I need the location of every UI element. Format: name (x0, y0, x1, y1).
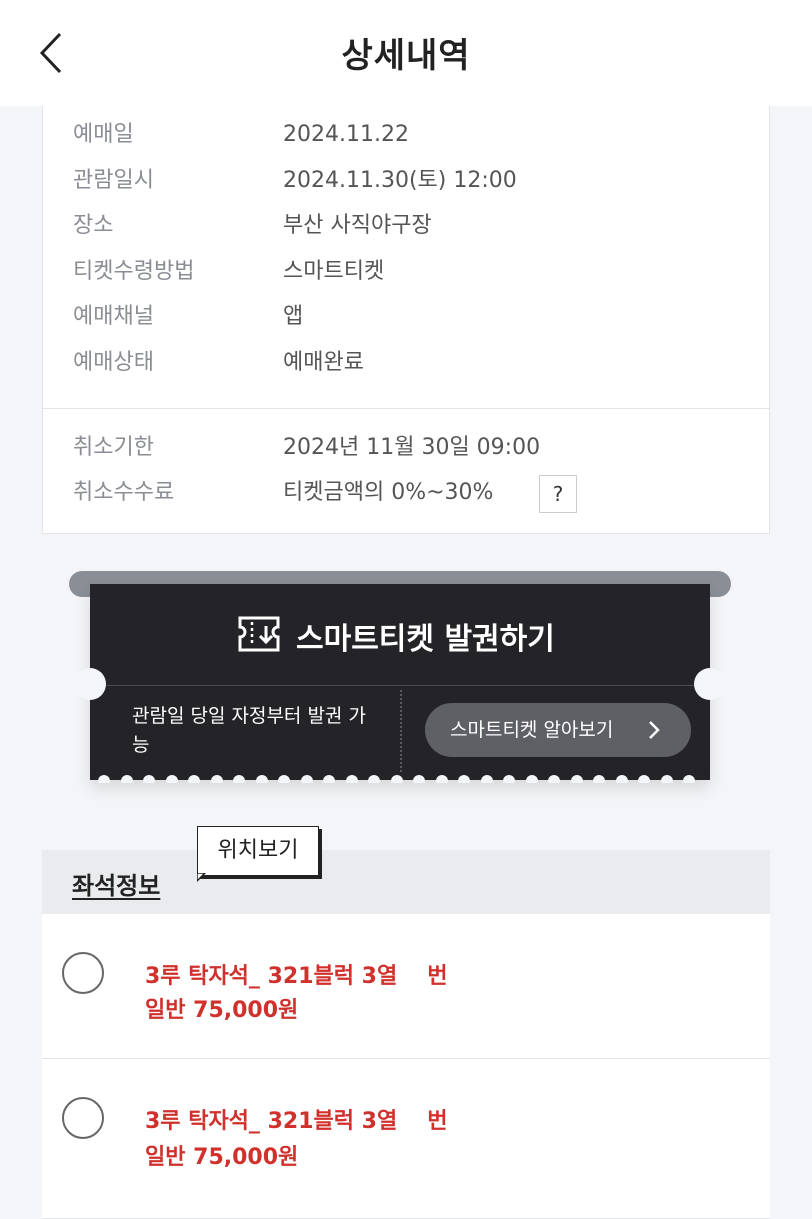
ticket-edge-dot (278, 775, 290, 783)
ticket-notch-left (74, 668, 106, 700)
top-bar: 상세내역 (0, 0, 812, 106)
seat-section-text: 3루 탁자석_ 321블럭 3열 (145, 964, 398, 989)
view-location-tooltip[interactable]: 위치보기 (197, 826, 319, 876)
info-row-cancel-fee: 취소수수료 티켓금액의 0%~30% ? (73, 475, 753, 513)
issue-smart-ticket-button[interactable]: 스마트티켓 발권하기 (90, 584, 710, 684)
info-value: 예매완료 (283, 350, 364, 375)
ticket-edge-dot (458, 775, 470, 783)
info-value: 부산 사직야구장 (283, 213, 432, 238)
info-value: 2024년 11월 30일 09:00 (283, 435, 541, 460)
ticket-edge-dot (345, 775, 358, 783)
ticket-edge-dot (255, 775, 268, 783)
info-label: 예매일 (73, 122, 134, 147)
seat-info-header: 좌석정보 (42, 850, 770, 914)
smart-ticket-title: 스마트티켓 발권하기 (296, 622, 555, 657)
seat-section: 3루 탁자석_ 321블럭 3열 번 (145, 958, 447, 990)
ticket-scalloped-edge (90, 771, 710, 783)
seat-number-suffix: 번 (427, 964, 448, 989)
ticket-download-icon (238, 616, 280, 652)
seat-section: 3루 탁자석_ 321블럭 3열 번 (145, 1103, 447, 1135)
seat-info-title: 좌석정보 (72, 872, 161, 900)
info-label: 취소수수료 (73, 480, 175, 505)
info-label: 티켓수령방법 (73, 259, 195, 284)
ticket-edge-dot (503, 775, 515, 783)
info-value: 스마트티켓 (283, 259, 385, 284)
seat-row: 3루 탁자석_ 321블럭 3열 번 일반 75,000원 (42, 914, 770, 1059)
ticket-edge-dot (98, 775, 110, 783)
info-value: 2024.11.22 (283, 122, 409, 147)
seat-select-radio[interactable] (62, 952, 104, 994)
info-value: 2024.11.30(토) 12:00 (283, 168, 517, 193)
ticket-edge-dot (165, 775, 178, 783)
ticket-edge-dot (323, 775, 335, 783)
cancel-fee-help-button[interactable]: ? (539, 475, 577, 513)
ticket-edge-dot (210, 775, 223, 783)
divider (43, 408, 769, 409)
tooltip-tail (197, 873, 207, 883)
ticket-edge-dot (593, 775, 605, 783)
seat-section-text: 3루 탁자석_ 321블럭 3열 (145, 1109, 398, 1134)
seat-select-radio[interactable] (62, 1097, 104, 1139)
ticket-edge-dot (660, 775, 673, 783)
info-label: 예매상태 (73, 350, 154, 375)
info-label: 예매채널 (73, 304, 154, 329)
ticket-edge-dot (638, 775, 650, 783)
ticket-edge-dot (548, 775, 560, 783)
ticket-edge-dot (570, 775, 583, 783)
page-title: 상세내역 (341, 36, 471, 76)
ticket-edge-dot (615, 775, 628, 783)
seat-row: 3루 탁자석_ 321블럭 3열 번 일반 75,000원 (42, 1059, 770, 1219)
ticket-edge-dot (413, 775, 425, 783)
info-value: 티켓금액의 0%~30% (283, 480, 494, 505)
ticket-edge-dot (143, 775, 155, 783)
info-label: 취소기한 (73, 435, 154, 460)
ticket-issue-note: 관람일 당일 자정부터 발권 가능 (132, 705, 366, 756)
ticket-notch-right (694, 668, 726, 700)
smart-ticket-card: 스마트티켓 발권하기 관람일 당일 자정부터 발권 가능 스마트티켓 알아보기 (90, 584, 710, 780)
chevron-right-icon (649, 721, 660, 739)
seat-price: 일반 75,000원 (145, 998, 299, 1023)
info-label: 관람일시 (73, 168, 154, 193)
ticket-edge-dot (300, 775, 313, 783)
info-value: 앱 (283, 304, 304, 329)
ticket-edge-dot (368, 775, 380, 783)
ticket-edge-dot (233, 775, 245, 783)
ticket-edge-dot (390, 775, 403, 783)
ticket-edge-dot (188, 775, 200, 783)
learn-smart-ticket-button[interactable]: 스마트티켓 알아보기 (425, 703, 691, 757)
ticket-edge-dot (683, 775, 695, 783)
seat-number-suffix: 번 (427, 1109, 448, 1134)
ticket-edge-dot (435, 775, 448, 783)
ticket-perforation (400, 690, 402, 772)
ticket-edge-dot (525, 775, 538, 783)
seat-price: 일반 75,000원 (145, 1145, 299, 1170)
ticket-edge-dot (480, 775, 493, 783)
booking-info-card: 예매일 2024.11.22 관람일시 2024.11.30(토) 12:00 … (42, 96, 770, 534)
learn-smart-ticket-label: 스마트티켓 알아보기 (450, 719, 614, 741)
info-label: 장소 (73, 213, 114, 238)
ticket-edge-dot (120, 775, 133, 783)
ticket-divider (90, 685, 710, 686)
